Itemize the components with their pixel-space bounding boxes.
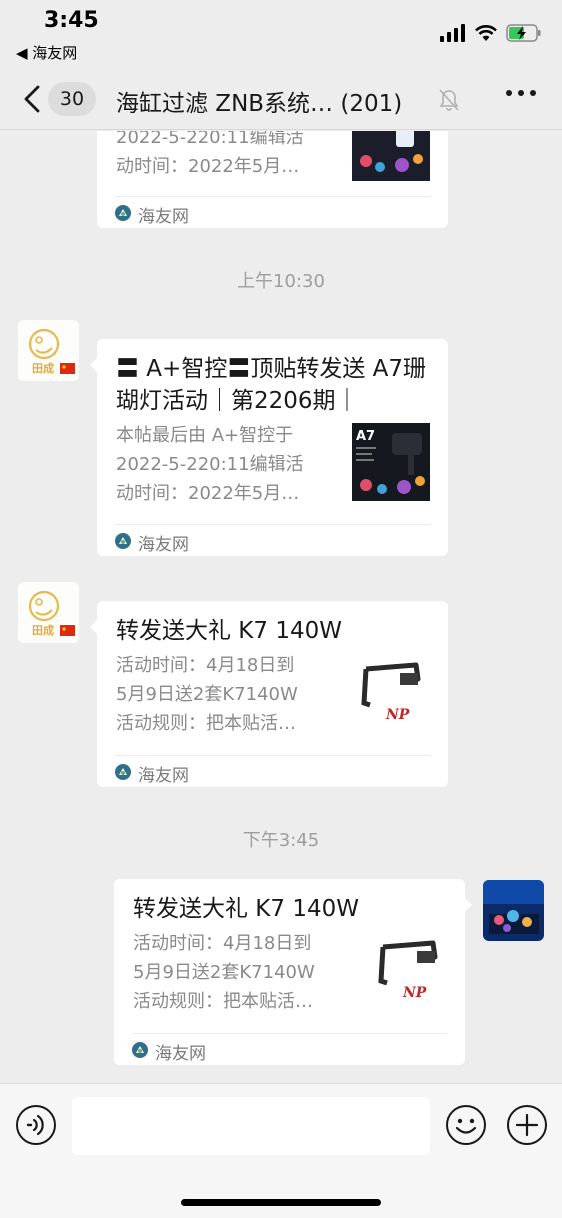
card-description-line: 活动时间：4月18日到: [133, 933, 312, 954]
wifi-icon: [475, 25, 497, 41]
avatar[interactable]: 田成: [18, 582, 79, 643]
card-description-line: 活动规则：把本贴活…: [116, 713, 296, 734]
card-thumbnail: [352, 131, 430, 181]
signal-icon: [440, 24, 465, 42]
battery-charging-icon: [506, 24, 541, 42]
card-description-line: 活动规则：把本贴活…: [133, 991, 313, 1012]
card-description-line: 动时间：2022年5月…: [116, 483, 300, 504]
timestamp: 上午10:30: [237, 271, 325, 292]
card-description-line: 5月9日送2套K7140W: [116, 684, 298, 705]
card-description-line: 活动时间：4月18日到: [116, 655, 295, 676]
status-time: 3:45: [44, 8, 99, 33]
card-source: 海友网: [132, 1033, 447, 1065]
bell-off-icon: [439, 89, 459, 111]
card-thumbnail: NP: [352, 655, 430, 733]
status-icons: [440, 24, 542, 42]
my-avatar[interactable]: [483, 880, 544, 941]
timestamp: 下午3:45: [242, 830, 320, 851]
input-bar: [0, 1083, 562, 1218]
chevron-left-icon[interactable]: [20, 84, 46, 114]
card-thumbnail: NP: [369, 933, 447, 1011]
source-label: 海友网: [138, 766, 189, 786]
source-label: 海友网: [155, 1044, 206, 1064]
chat-title: 海缸过滤 ZNB系统… (201): [116, 91, 403, 117]
card-description-line: 动时间：2022年5月…: [116, 156, 300, 177]
status-bar: 3:45 ◀ 海友网: [0, 0, 562, 70]
brand-logo: NP: [385, 707, 410, 723]
avatar[interactable]: 田成: [18, 320, 79, 381]
brand-logo: NP: [402, 985, 427, 1001]
card-title: 〓 A+智控〓顶贴转发送 A7珊 瑚灯活动｜第2206期｜: [116, 356, 426, 414]
card-description-line: 2022-5-220:11编辑活: [116, 131, 304, 148]
back-to-app-link[interactable]: ◀ 海友网: [16, 42, 77, 63]
card-source: 海友网: [115, 755, 430, 787]
card-source: 海友网: [115, 196, 430, 228]
source-label: 海友网: [138, 207, 189, 227]
link-card[interactable]: 转发送大礼 K7 140W 活动时间：4月18日到 5月9日送2套K7140W …: [114, 879, 472, 1065]
card-title: 转发送大礼 K7 140W: [133, 896, 359, 922]
chat-header: 30 海缸过滤 ZNB系统… (201): [0, 70, 562, 130]
chat-message-list[interactable]: 2022-5-220:11编辑活 动时间：2022年5月… 海友网 上午10:3…: [0, 131, 562, 1083]
haiyou-logo-icon: [132, 1042, 148, 1058]
home-indicator[interactable]: [181, 1199, 381, 1206]
haiyou-logo-icon: [115, 764, 131, 780]
avatar-text: 田成: [32, 361, 54, 375]
card-title: 转发送大礼 K7 140W: [116, 618, 342, 644]
card-source: 海友网: [115, 524, 430, 556]
card-thumbnail: A7: [352, 423, 430, 501]
voice-icon[interactable]: [15, 1104, 57, 1146]
more-icon[interactable]: [506, 90, 536, 96]
unread-count-badge[interactable]: 30: [48, 82, 96, 116]
haiyou-logo-icon: [115, 533, 131, 549]
card-description-line: 5月9日送2套K7140W: [133, 962, 315, 983]
link-card[interactable]: 转发送大礼 K7 140W 活动时间：4月18日到 5月9日送2套K7140W …: [90, 601, 448, 787]
avatar-text: 田成: [32, 623, 54, 637]
plus-icon[interactable]: [506, 1104, 548, 1146]
emoji-icon[interactable]: [445, 1104, 487, 1146]
message-input[interactable]: [72, 1097, 430, 1155]
haiyou-logo-icon: [115, 205, 131, 221]
link-card[interactable]: 〓 A+智控〓顶贴转发送 A7珊 瑚灯活动｜第2206期｜ 本帖最后由 A+智控…: [90, 339, 448, 556]
card-description-line: 本帖最后由 A+智控于: [116, 425, 294, 446]
card-description-line: 2022-5-220:11编辑活: [116, 454, 304, 475]
source-label: 海友网: [138, 535, 189, 555]
thumbnail-text: A7: [356, 429, 375, 444]
link-card[interactable]: 2022-5-220:11编辑活 动时间：2022年5月… 海友网: [97, 131, 448, 228]
